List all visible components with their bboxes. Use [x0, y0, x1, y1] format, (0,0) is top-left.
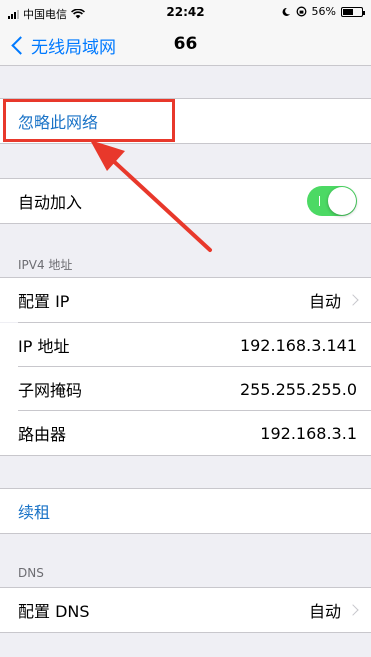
annotation-arrow-icon	[90, 140, 212, 252]
